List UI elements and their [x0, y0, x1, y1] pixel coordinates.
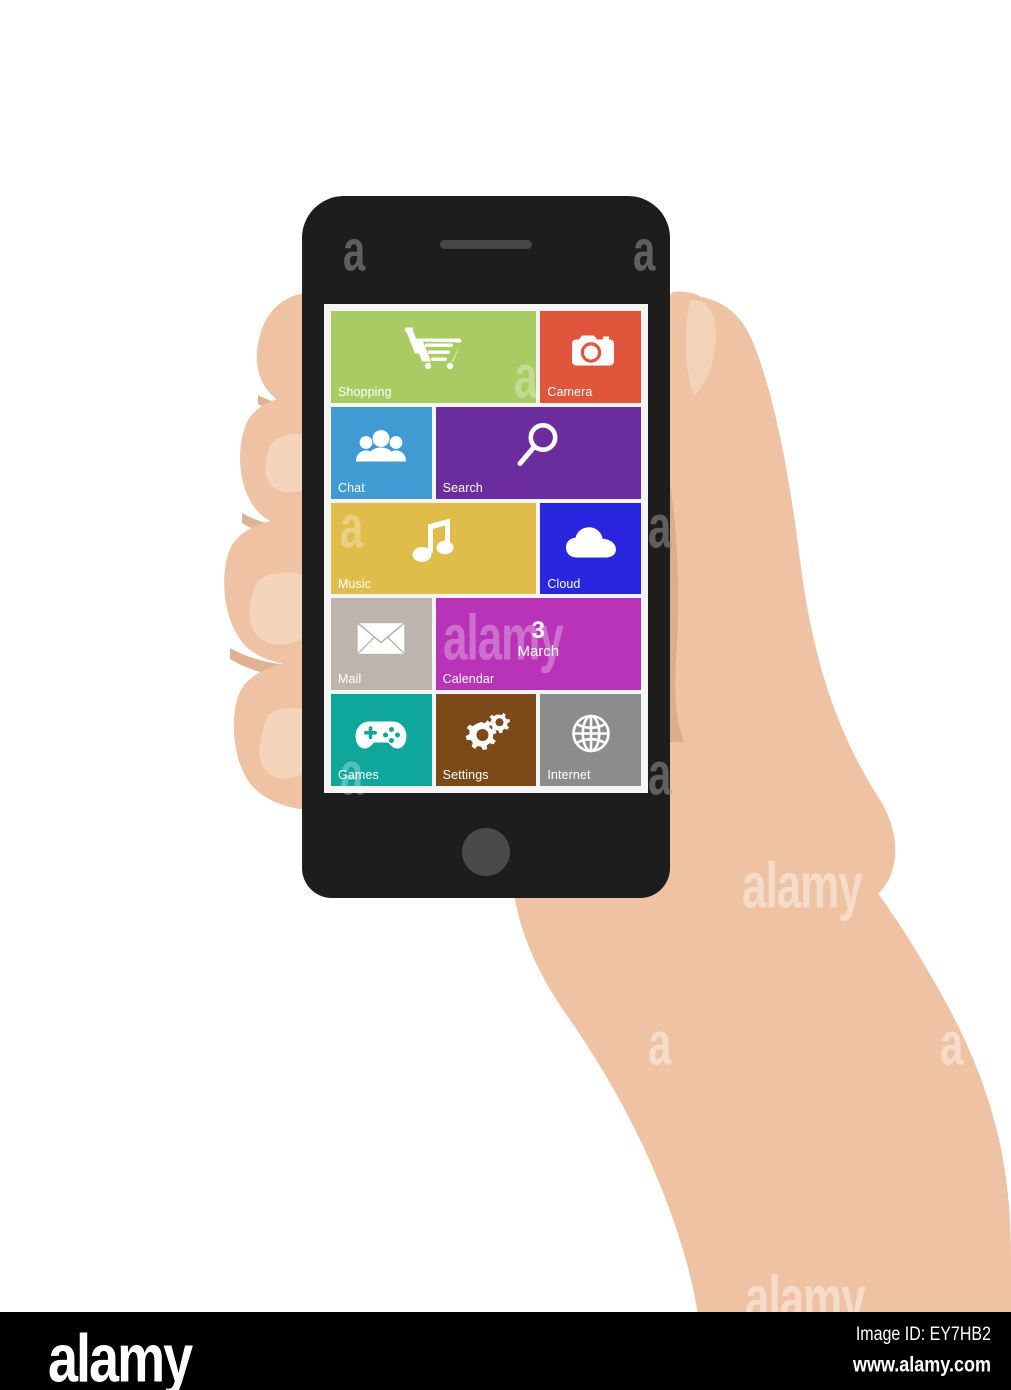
tile-label: Cloud	[547, 576, 581, 591]
tile-music[interactable]: Music	[331, 502, 537, 595]
watermark-mark: a	[648, 1009, 671, 1078]
tile-label: Internet	[547, 768, 591, 783]
tile-search[interactable]: Search	[435, 406, 641, 499]
magnifier-icon	[516, 422, 560, 473]
tile-label: Games	[338, 768, 379, 783]
home-button[interactable]	[462, 828, 510, 876]
calendar-day: 3	[531, 616, 545, 644]
alamy-footer-bar: alamy Image ID: EY7HB2 www.alamy.com	[0, 1312, 1011, 1390]
watermark-mark: a	[940, 1009, 963, 1078]
footer-meta: Image ID: EY7HB2 www.alamy.com	[853, 1322, 991, 1376]
tile-label: Shopping	[338, 385, 392, 400]
people-group-icon	[355, 430, 407, 469]
smartphone-device: Shopping Camera Chat Search Music Cloud …	[302, 196, 670, 898]
watermark-mark: alamy	[742, 850, 863, 922]
music-note-icon	[412, 516, 456, 569]
thumbnail	[685, 299, 716, 396]
shopping-cart-icon	[404, 327, 463, 375]
palm-back	[643, 296, 896, 917]
tile-camera[interactable]: Camera	[540, 311, 641, 403]
globe-icon	[571, 714, 611, 759]
tile-label: Mail	[338, 672, 362, 687]
earpiece-speaker	[440, 240, 532, 249]
tile-mail[interactable]: Mail	[331, 598, 432, 691]
phone-screen: Shopping Camera Chat Search Music Cloud …	[324, 304, 648, 793]
tile-games[interactable]: Games	[331, 694, 432, 786]
screenshot-stage: Shopping Camera Chat Search Music Cloud …	[0, 0, 1011, 1390]
tile-calendar[interactable]: 3 March Calendar	[435, 598, 641, 691]
home-screen-tile-grid: Shopping Camera Chat Search Music Cloud …	[331, 311, 641, 786]
image-id-text: Image ID: EY7HB2	[855, 1324, 991, 1345]
watermark-mark: alamy	[150, 1118, 271, 1190]
alamy-url-text: www.alamy.com	[852, 1351, 991, 1376]
watermark-mark: a	[443, 1009, 466, 1078]
tile-settings[interactable]: Settings	[435, 694, 537, 786]
gears-icon	[461, 713, 511, 760]
tile-internet[interactable]: Internet	[540, 694, 641, 786]
envelope-icon	[356, 621, 407, 660]
thumb	[668, 291, 728, 600]
tile-label: Calendar	[442, 672, 495, 687]
tile-label: Camera	[547, 385, 593, 400]
tile-label: Chat	[338, 480, 365, 495]
camera-icon	[568, 334, 614, 373]
tile-label: Music	[338, 576, 372, 591]
tile-label: Settings	[442, 768, 489, 783]
calendar-date-icon: 3 March	[517, 616, 560, 660]
calendar-month: March	[517, 642, 560, 660]
alamy-logo: alamy	[48, 1321, 193, 1390]
tile-shopping[interactable]: Shopping	[331, 311, 537, 403]
tile-chat[interactable]: Chat	[331, 406, 432, 499]
cloud-icon	[565, 526, 617, 563]
tile-cloud[interactable]: Cloud	[540, 502, 641, 595]
gamepad-icon	[355, 718, 407, 755]
tile-label: Search	[442, 480, 483, 495]
